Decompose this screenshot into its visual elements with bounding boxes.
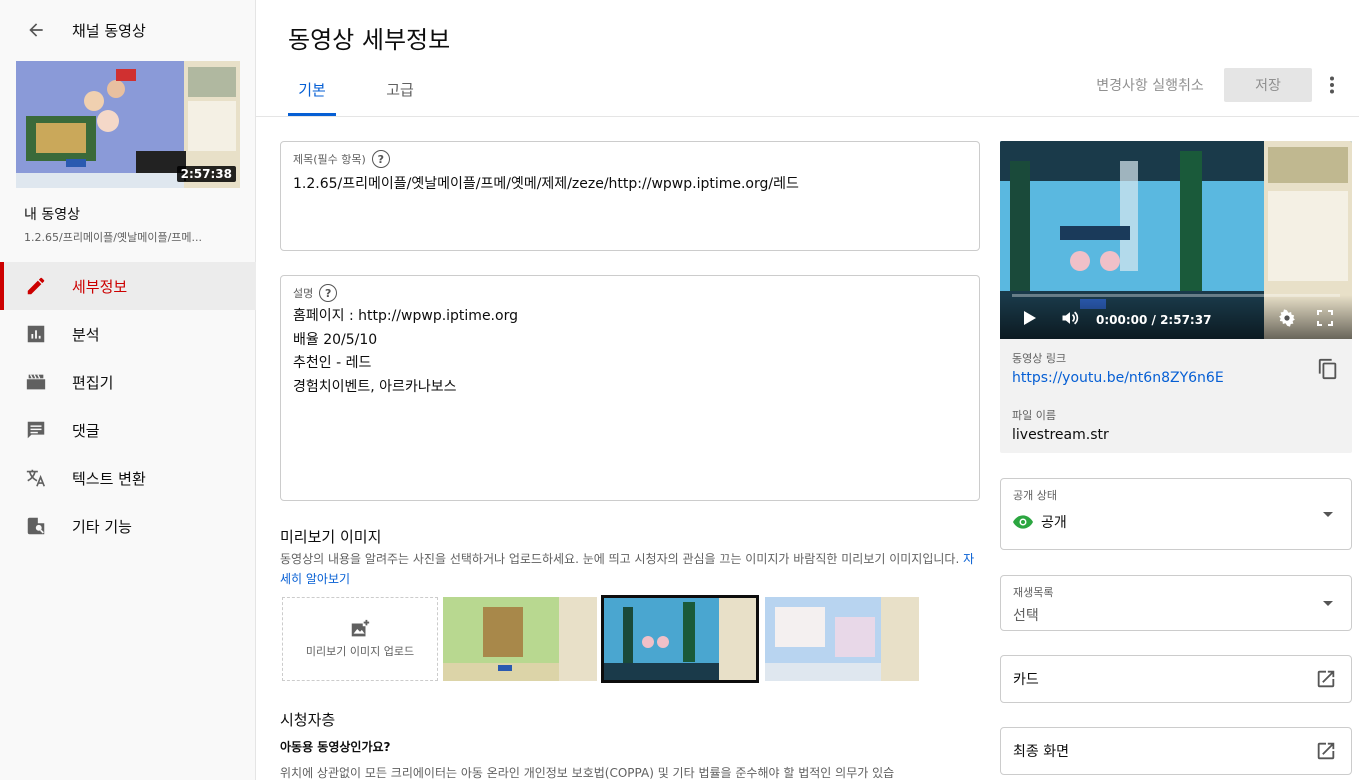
description-field[interactable]: 설명 ? 홈페이지 : http://wpwp.iptime.org 배율 20… [280, 275, 980, 501]
thumbnail-option-1[interactable] [443, 597, 597, 681]
fullscreen-button[interactable] [1314, 307, 1336, 329]
chevron-down-icon [1323, 601, 1333, 606]
header-divider [256, 116, 1359, 117]
description-line: 배율 20/5/10 [293, 331, 378, 348]
thumbnail-option-2[interactable] [601, 595, 759, 683]
thumbnail-section-desc: 동영상의 내용을 알려주는 사진을 선택하거나 업로드하세요. 눈에 띄고 시청… [280, 549, 980, 589]
title-field[interactable]: 제목(필수 항목) ? 1.2.65/프리메이플/옛날메이플/프메/옛메/제제/… [280, 141, 980, 251]
upload-label: 미리보기 이미지 업로드 [305, 645, 415, 658]
back-label: 채널 동영상 [72, 21, 146, 40]
visibility-label: 공개 상태 [1013, 489, 1057, 502]
nav-label: 분석 [72, 325, 100, 344]
audience-description: 위치에 상관없이 모든 크리에이터는 아동 온라인 개인정보 보호법(COPPA… [280, 766, 895, 780]
arrow-left-icon [29, 23, 43, 37]
more-vert-icon [1330, 76, 1334, 94]
thumbnail-section-title: 미리보기 이미지 [280, 528, 382, 546]
description-line: 추천인 - 레드 [293, 355, 372, 371]
nav-label: 편집기 [72, 373, 114, 392]
audience-section-title: 시청자층 [280, 711, 336, 729]
open-external-icon [1317, 670, 1335, 688]
cards-label: 카드 [1013, 672, 1039, 688]
description-field-label: 설명 [293, 287, 314, 300]
pencil-icon [24, 274, 48, 298]
page-title: 동영상 세부정보 [288, 26, 451, 54]
title-field-label: 제목(필수 항목) [293, 153, 366, 166]
player-controls: 0:00:00 / 2:57:37 [1000, 295, 1352, 339]
copy-link-button[interactable] [1312, 353, 1344, 385]
end-screen-button[interactable]: 최종 화면 [1000, 727, 1352, 775]
visibility-select[interactable]: 공개 상태 공개 [1000, 478, 1352, 550]
description-line: 홈페이지 : http://wpwp.iptime.org [293, 308, 518, 324]
video-preview-card: 0:00:00 / 2:57:37 동영상 링크 https://youtu.b… [1000, 141, 1352, 453]
video-thumbnail[interactable]: 2:57:38 [16, 61, 240, 188]
nav-label: 기타 기능 [72, 517, 132, 536]
thumbnail-upload-button[interactable]: 미리보기 이미지 업로드 [282, 597, 438, 681]
audience-question: 아동용 동영상인가요? [280, 740, 391, 754]
open-external-icon [1317, 742, 1335, 760]
nav-item-analytics[interactable]: 분석 [0, 310, 256, 358]
save-button[interactable]: 저장 [1224, 68, 1312, 102]
comment-icon [24, 418, 48, 442]
playlist-label: 재생목록 [1013, 586, 1054, 599]
thumbnail-option-3[interactable] [765, 597, 919, 681]
file-name: livestream.str [1012, 427, 1109, 443]
nav-item-subtitles[interactable]: 텍스트 변환 [0, 454, 256, 502]
visibility-value: 공개 [1041, 515, 1067, 531]
editor-clapper-icon [24, 370, 48, 394]
translate-icon [24, 466, 48, 490]
nav-item-details[interactable]: 세부정보 [0, 262, 256, 310]
description-input[interactable]: 홈페이지 : http://wpwp.iptime.org 배율 20/5/10… [293, 306, 518, 400]
settings-button[interactable] [1276, 307, 1298, 329]
nav-label: 댓글 [72, 421, 100, 440]
help-icon[interactable]: ? [319, 284, 338, 302]
volume-icon [1062, 311, 1079, 325]
play-icon [1024, 311, 1036, 325]
my-video-subtitle: 1.2.65/프리메이플/옛날메이플/프메... [24, 231, 203, 244]
help-icon[interactable]: ? [371, 150, 390, 168]
undo-changes-button[interactable]: 변경사항 실행취소 [1080, 68, 1220, 102]
volume-button[interactable] [1058, 307, 1082, 329]
end-screen-label: 최종 화면 [1013, 744, 1069, 760]
playlist-select[interactable]: 재생목록 선택 [1000, 575, 1352, 631]
fullscreen-icon [1317, 310, 1333, 326]
analytics-icon [24, 322, 48, 346]
thumbnail-desc-text: 동영상의 내용을 알려주는 사진을 선택하거나 업로드하세요. 눈에 띄고 시청… [280, 552, 960, 566]
video-link[interactable]: https://youtu.be/nt6n8ZY6n6E [1012, 370, 1224, 386]
duration-badge: 2:57:38 [176, 166, 236, 182]
back-row: 채널 동영상 [0, 0, 256, 60]
nav-item-comments[interactable]: 댓글 [0, 406, 256, 454]
time-display: 0:00:00 / 2:57:37 [1096, 313, 1212, 327]
nav-item-editor[interactable]: 편집기 [0, 358, 256, 406]
add-photo-icon [351, 619, 370, 637]
video-link-label: 동영상 링크 [1012, 352, 1067, 365]
eye-icon [1013, 515, 1033, 529]
my-video-title: 내 동영상 [24, 207, 80, 223]
tab-advanced[interactable]: 고급 [376, 62, 424, 116]
nav-item-other-features[interactable]: 기타 기능 [0, 502, 256, 550]
copy-icon [1318, 358, 1337, 380]
playlist-value: 선택 [1013, 608, 1039, 624]
chevron-down-icon [1323, 512, 1333, 517]
play-button[interactable] [1020, 307, 1040, 329]
file-name-label: 파일 이름 [1012, 409, 1056, 422]
other-features-icon [24, 514, 48, 538]
nav-label: 세부정보 [72, 277, 128, 296]
back-button[interactable] [16, 10, 56, 50]
tab-basic[interactable]: 기본 [288, 62, 336, 116]
video-player[interactable]: 0:00:00 / 2:57:37 [1000, 141, 1352, 339]
nav-label: 텍스트 변환 [72, 469, 146, 488]
more-options-button[interactable] [1318, 68, 1346, 102]
cards-button[interactable]: 카드 [1000, 655, 1352, 703]
sidebar: 채널 동영상 2:57:38 내 동영상 1.2.65/프리메이플/옛날메이플/… [0, 0, 256, 780]
description-line: 경험치이벤트, 아르카나보스 [293, 378, 457, 395]
gear-icon [1279, 309, 1295, 327]
title-input[interactable]: 1.2.65/프리메이플/옛날메이플/프메/옛메/제제/zeze/http://… [293, 173, 799, 193]
